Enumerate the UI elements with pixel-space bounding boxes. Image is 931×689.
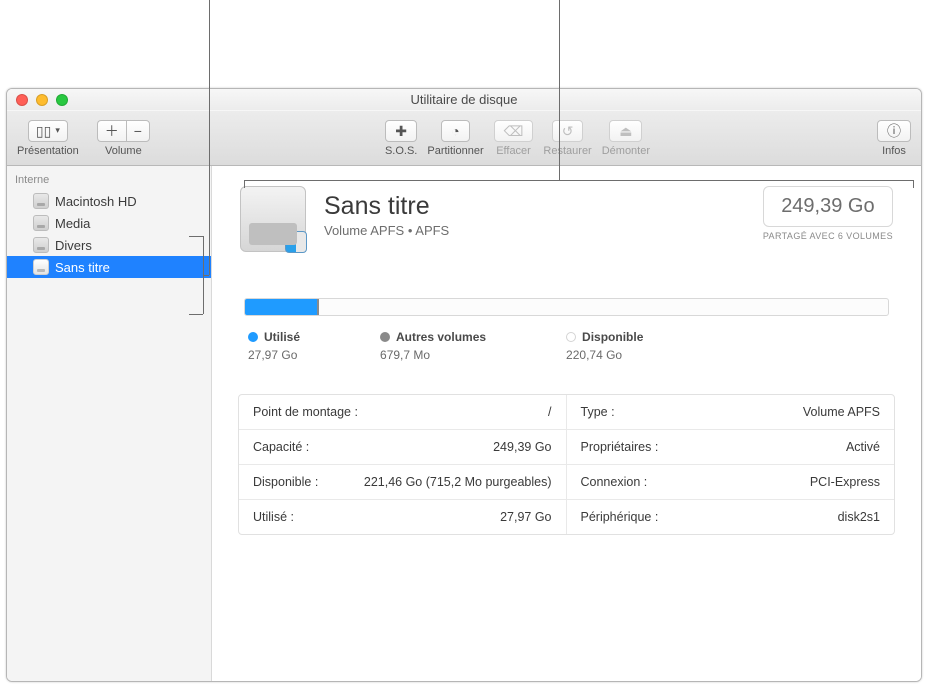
zoom-button[interactable] bbox=[56, 94, 68, 106]
swatch-other-icon bbox=[380, 332, 390, 342]
sidebar-section-internal: Interne bbox=[7, 172, 211, 190]
info-label: Infos bbox=[882, 145, 906, 157]
sos-group: ✚ S.O.S. bbox=[385, 120, 417, 157]
info-button[interactable]: ⓘ bbox=[877, 120, 911, 142]
detail-row: Périphérique :disk2s1 bbox=[567, 500, 895, 534]
volume-shared-caption: PARTAGÉ AVEC 6 VOLUMES bbox=[763, 231, 893, 241]
volume-remove-icon: − bbox=[134, 124, 142, 138]
usage-bar-other bbox=[317, 299, 319, 315]
unmount-group: ⏏ Démonter bbox=[602, 120, 650, 157]
detail-row: Utilisé :27,97 Go bbox=[239, 500, 567, 534]
minimize-button[interactable] bbox=[36, 94, 48, 106]
partition-button[interactable]: ◔ bbox=[441, 120, 469, 142]
legend-avail-label: Disponible bbox=[582, 330, 643, 344]
sidebar-item-label: Sans titre bbox=[55, 260, 110, 275]
restore-button[interactable]: ↺ bbox=[552, 120, 584, 142]
presentation-label: Présentation bbox=[17, 145, 79, 157]
info-group: ⓘ Infos bbox=[877, 120, 911, 157]
volume-group: ＋ − Volume bbox=[97, 120, 150, 157]
swatch-avail-icon bbox=[566, 332, 576, 342]
stethoscope-icon: ✚ bbox=[395, 124, 407, 138]
detail-row: Type :Volume APFS bbox=[567, 395, 895, 430]
presentation-group: ▯▯ ▾ Présentation bbox=[17, 120, 79, 157]
sidebar-item-sans-titre[interactable]: Sans titre bbox=[7, 256, 211, 278]
callout-line bbox=[559, 88, 560, 180]
sidebar-item-divers[interactable]: Divers bbox=[7, 234, 211, 256]
restore-group: ↺ Restaurer bbox=[543, 120, 591, 157]
sos-label: S.O.S. bbox=[385, 145, 417, 157]
detail-row: Propriétaires :Activé bbox=[567, 430, 895, 465]
disk-icon bbox=[33, 215, 49, 231]
legend-used: Utilisé 27,97 Go bbox=[248, 330, 300, 362]
volume-subtitle: Volume APFS • APFS bbox=[324, 223, 745, 238]
sidebar: Interne Macintosh HD Media Divers Sans t… bbox=[7, 166, 212, 681]
swatch-used-icon bbox=[248, 332, 258, 342]
erase-icon: ⌫ bbox=[504, 124, 524, 138]
volume-label: Volume bbox=[105, 145, 142, 157]
legend-other-value: 679,7 Mo bbox=[380, 348, 486, 362]
usage-bar bbox=[244, 298, 889, 316]
callout-line bbox=[209, 88, 210, 275]
unmount-button[interactable]: ⏏ bbox=[609, 120, 642, 142]
window-body: Interne Macintosh HD Media Divers Sans t… bbox=[7, 166, 921, 681]
legend-used-value: 27,97 Go bbox=[248, 348, 300, 362]
volume-remove-button[interactable]: − bbox=[126, 120, 150, 142]
legend-other-label: Autres volumes bbox=[396, 330, 486, 344]
callout-line bbox=[209, 0, 210, 88]
window-frame: Utilitaire de disque ▯▯ ▾ Présentation ＋… bbox=[6, 88, 922, 682]
detail-row: Point de montage :/ bbox=[239, 395, 567, 430]
chevron-down-icon: ▾ bbox=[55, 126, 60, 135]
disk-icon bbox=[33, 193, 49, 209]
detail-row: Connexion :PCI-Express bbox=[567, 465, 895, 500]
finder-badge-icon bbox=[285, 231, 307, 253]
sidebar-item-macintosh-hd[interactable]: Macintosh HD bbox=[7, 190, 211, 212]
legend-avail: Disponible 220,74 Go bbox=[566, 330, 643, 362]
erase-button[interactable]: ⌫ bbox=[494, 120, 534, 142]
volume-header: Sans titre Volume APFS • APFS 249,39 Go … bbox=[212, 166, 921, 252]
toolbar: ▯▯ ▾ Présentation ＋ − Volume ✚ S.O.S. ◔ … bbox=[7, 111, 921, 166]
legend-other: Autres volumes 679,7 Mo bbox=[380, 330, 486, 362]
partition-group: ◔ Partitionner bbox=[427, 120, 483, 157]
sos-button[interactable]: ✚ bbox=[385, 120, 417, 142]
usage-legend: Utilisé 27,97 Go Autres volumes 679,7 Mo… bbox=[244, 330, 889, 362]
sidebar-item-media[interactable]: Media bbox=[7, 212, 211, 234]
restore-label: Restaurer bbox=[543, 145, 591, 157]
legend-used-label: Utilisé bbox=[264, 330, 300, 344]
callout-line bbox=[559, 0, 560, 88]
erase-label: Effacer bbox=[496, 145, 531, 157]
detail-row: Disponible :221,46 Go (715,2 Mo purgeabl… bbox=[239, 465, 567, 500]
legend-avail-value: 220,74 Go bbox=[566, 348, 643, 362]
pie-icon: ◔ bbox=[451, 124, 459, 138]
volume-size: 249,39 Go bbox=[763, 186, 893, 227]
presentation-button[interactable]: ▯▯ ▾ bbox=[28, 120, 68, 142]
unmount-label: Démonter bbox=[602, 145, 650, 157]
usage-section: Utilisé 27,97 Go Autres volumes 679,7 Mo… bbox=[212, 252, 921, 362]
close-button[interactable] bbox=[16, 94, 28, 106]
window-title: Utilitaire de disque bbox=[7, 92, 921, 107]
volume-icon bbox=[240, 186, 306, 252]
sidebar-item-label: Media bbox=[55, 216, 90, 231]
sidebar-item-label: Macintosh HD bbox=[55, 194, 137, 209]
titlebar: Utilitaire de disque bbox=[7, 89, 921, 111]
volume-add-button[interactable]: ＋ bbox=[97, 120, 126, 142]
window-controls bbox=[16, 94, 68, 106]
main-pane: Sans titre Volume APFS • APFS 249,39 Go … bbox=[212, 166, 921, 681]
disk-icon bbox=[33, 259, 49, 275]
callout-line bbox=[203, 236, 204, 314]
usage-bar-used bbox=[245, 299, 317, 315]
sidebar-item-label: Divers bbox=[55, 238, 92, 253]
detail-row: Capacité :249,39 Go bbox=[239, 430, 567, 465]
volume-add-icon: ＋ bbox=[105, 124, 119, 138]
sidebar-icon: ▯▯ bbox=[36, 124, 51, 138]
restore-icon: ↺ bbox=[562, 124, 574, 138]
erase-group: ⌫ Effacer bbox=[494, 120, 534, 157]
details-table: Point de montage :/ Type :Volume APFS Ca… bbox=[238, 394, 895, 535]
volume-title: Sans titre bbox=[324, 192, 745, 221]
eject-icon: ⏏ bbox=[619, 124, 632, 138]
partition-label: Partitionner bbox=[427, 145, 483, 157]
disk-icon bbox=[33, 237, 49, 253]
info-icon: ⓘ bbox=[887, 124, 901, 138]
